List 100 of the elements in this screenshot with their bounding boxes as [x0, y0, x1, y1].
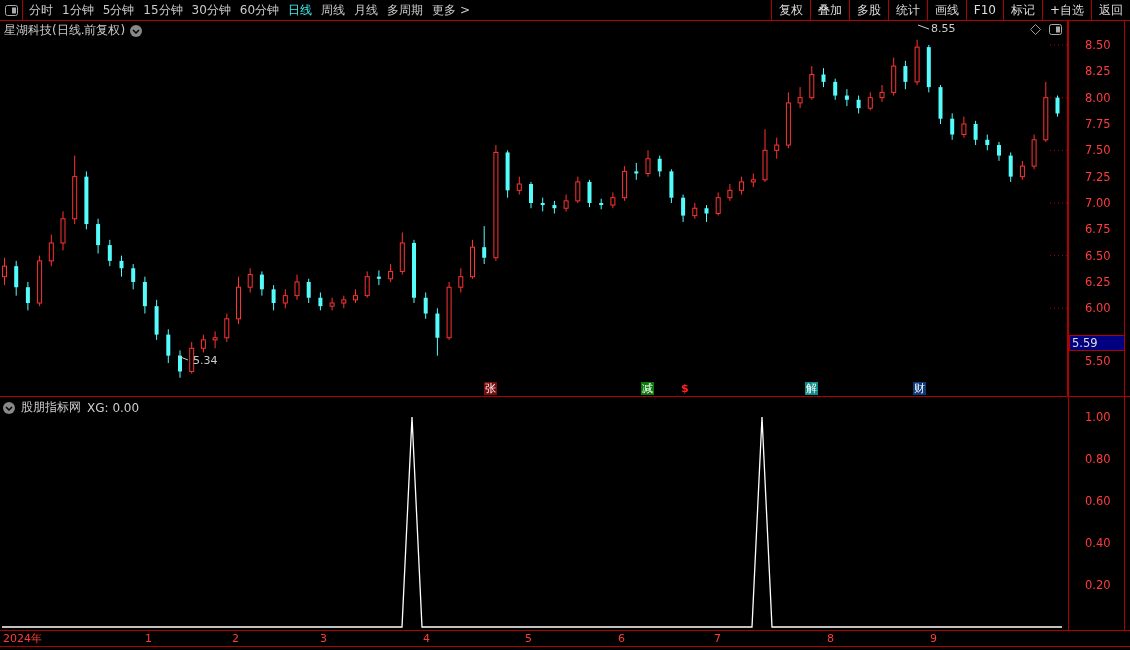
period-tab[interactable]: 周线 — [321, 1, 346, 19]
candlestick — [25, 281, 30, 311]
candlestick — [259, 270, 264, 297]
date-label: 1 — [145, 632, 152, 645]
candlestick — [376, 269, 381, 286]
candlestick — [634, 162, 639, 181]
candlestick — [142, 276, 147, 315]
candlestick — [903, 60, 908, 90]
axis-label: 7.25 — [1085, 169, 1111, 184]
candlestick — [516, 176, 522, 196]
candlestick — [739, 176, 745, 196]
date-label: 3 — [320, 632, 327, 645]
candlestick — [482, 225, 487, 265]
period-tab[interactable]: 分时 — [29, 1, 53, 19]
dropdown-icon[interactable] — [130, 24, 143, 37]
candlestick — [575, 176, 581, 204]
marker-badge: 财 — [913, 382, 926, 395]
low-price-label: 5.34 — [193, 354, 218, 367]
period-tab[interactable]: 月线 — [354, 1, 379, 19]
candlestick — [364, 270, 370, 299]
axis-label: 7.50 — [1085, 143, 1111, 158]
axis-label: 8.00 — [1085, 90, 1111, 105]
candlestick — [657, 155, 662, 178]
candlestick — [762, 128, 768, 183]
candlestick — [60, 210, 66, 251]
candlestick — [844, 88, 849, 107]
candlestick — [412, 239, 416, 304]
candlestick — [1055, 95, 1060, 118]
candlestick — [529, 181, 533, 209]
period-tab[interactable]: 更多 > — [432, 1, 470, 19]
marker-symbol: $ — [680, 382, 690, 395]
candlestick — [247, 267, 253, 293]
period-tab[interactable]: 日线 — [288, 1, 313, 19]
candlestick — [37, 255, 43, 307]
candlestick — [212, 330, 218, 349]
candlestick — [821, 67, 826, 88]
candlestick — [622, 165, 628, 202]
marker-badge: 张 — [484, 382, 497, 395]
diamond-icon[interactable] — [1030, 24, 1041, 35]
current-price-tag: 5.59 — [1069, 335, 1125, 351]
candlestick — [72, 155, 78, 225]
high-price-label: 8.55 — [931, 22, 956, 35]
candlestick — [2, 257, 7, 286]
axis-label: 0.60 — [1085, 494, 1111, 508]
leader-line — [177, 355, 189, 361]
axis-label: 8.25 — [1085, 64, 1111, 79]
date-label: 2 — [232, 632, 239, 645]
candlestick — [294, 274, 300, 301]
candlestick — [856, 95, 861, 114]
candlestick — [399, 231, 405, 276]
candlestick — [774, 137, 780, 160]
dropdown-icon[interactable] — [3, 401, 15, 414]
candlestick — [1008, 151, 1013, 183]
candlestick — [505, 149, 510, 199]
candlestick — [200, 334, 206, 353]
candlestick — [107, 239, 112, 267]
date-label: 9 — [930, 632, 937, 645]
candlestick — [867, 91, 873, 111]
candlestick — [833, 78, 838, 101]
candlestick — [353, 288, 358, 304]
candlestick — [446, 281, 452, 341]
candlestick — [423, 292, 428, 320]
candlestick — [950, 112, 955, 141]
candlestick — [224, 313, 230, 343]
candlestick — [271, 284, 276, 311]
candlestick — [704, 204, 709, 223]
candlestick — [1031, 134, 1037, 170]
candlestick — [715, 191, 721, 217]
period-tab[interactable]: 1分钟 — [62, 1, 94, 19]
candlestick — [645, 149, 651, 178]
leader-line — [917, 24, 930, 30]
candlestick — [552, 200, 557, 214]
period-tab[interactable]: 60分钟 — [239, 1, 280, 19]
period-tab[interactable]: 30分钟 — [191, 1, 231, 19]
candlestick — [470, 239, 475, 280]
axis-label: 6.50 — [1085, 248, 1111, 263]
period-tab[interactable]: 多周期 — [387, 1, 424, 19]
candlestick — [458, 267, 464, 293]
candlestick — [178, 349, 182, 379]
candlestick — [809, 65, 815, 101]
candlestick — [669, 168, 674, 204]
axis-label: 7.75 — [1085, 117, 1111, 131]
axis-label: 6.00 — [1085, 301, 1111, 316]
candlestick — [785, 91, 791, 149]
axis-label: 0.20 — [1085, 578, 1111, 592]
panel-toggle-icon[interactable] — [1049, 24, 1062, 35]
panel-toggle-icon[interactable] — [4, 4, 18, 16]
candlestick — [926, 44, 931, 93]
period-tab[interactable]: 5分钟 — [102, 1, 135, 19]
date-label: 8 — [827, 632, 834, 645]
axis-label: 0.40 — [1085, 536, 1111, 550]
candlestick — [119, 255, 124, 278]
marker-badge: 减 — [641, 382, 654, 395]
candlestick — [329, 297, 335, 311]
candlestick — [388, 263, 394, 283]
candlestick — [318, 292, 323, 311]
candlestick — [282, 288, 288, 309]
axis-label: 8.50 — [1085, 38, 1111, 52]
candlestick — [154, 299, 159, 341]
period-tab[interactable]: 15分钟 — [143, 1, 183, 19]
